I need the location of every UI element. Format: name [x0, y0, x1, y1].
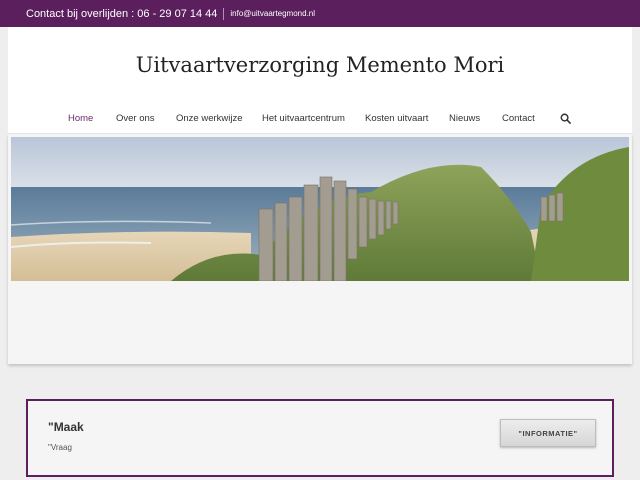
nav-item-home[interactable]: Home: [68, 113, 93, 124]
nav-item-over-ons[interactable]: Over ons: [116, 113, 155, 124]
beach-dunes-image: [11, 137, 629, 281]
hero-image: [11, 137, 629, 281]
informatie-button[interactable]: "INFORMATIE": [500, 419, 596, 447]
callout-title: "Maak: [48, 420, 84, 434]
main-nav: Home Over ons Onze werkwijze Het uitvaar…: [8, 105, 632, 134]
hero-section: [8, 134, 632, 364]
info-callout: "Maak "Vraag "INFORMATIE": [26, 399, 614, 477]
site-header: Uitvaartverzorging Memento Mori: [8, 27, 632, 106]
callout-subtitle: "Vraag: [48, 443, 72, 452]
divider: [223, 7, 225, 20]
nav-item-kosten-uitvaart[interactable]: Kosten uitvaart: [365, 113, 428, 124]
nav-item-onze-werkwijze[interactable]: Onze werkwijze: [176, 113, 243, 124]
emergency-phone: Contact bij overlijden : 06 - 29 07 14 4…: [26, 7, 218, 20]
site-title[interactable]: Uitvaartverzorging Memento Mori: [8, 53, 632, 77]
nav-item-nieuws[interactable]: Nieuws: [449, 113, 480, 124]
nav-item-contact[interactable]: Contact: [502, 113, 535, 124]
nav-item-uitvaartcentrum[interactable]: Het uitvaartcentrum: [262, 113, 345, 124]
search-icon[interactable]: [560, 113, 571, 124]
email-link[interactable]: info@uitvaartegmond.nl: [230, 9, 315, 18]
top-contact-bar: Contact bij overlijden : 06 - 29 07 14 4…: [0, 0, 640, 27]
